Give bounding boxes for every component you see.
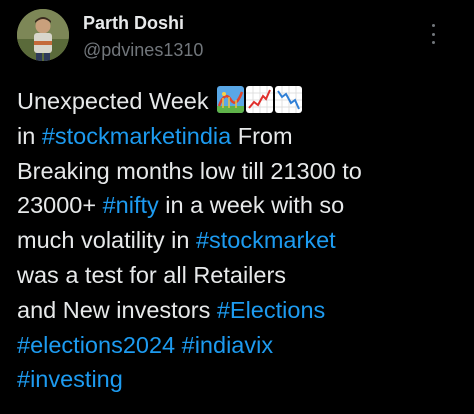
author-name[interactable]: Parth Doshi (83, 12, 184, 34)
tweet-text: Unexpected Week in #stockmarketindia Fro… (17, 84, 467, 397)
chart-decreasing-emoji (275, 86, 303, 113)
tweet-text-segment: in a week with so (158, 192, 345, 219)
tweet-line-4: 23000+ #nifty in a week with so (17, 188, 467, 223)
tweet-text-segment: Unexpected Week (17, 88, 209, 114)
tweet-line-6: was a test for all Retailers (17, 261, 287, 288)
hashtag-stockmarket[interactable]: #stockmarket (196, 227, 336, 253)
tweet-line-7: and New investors #Elections (17, 293, 467, 328)
author-handle[interactable]: @pdvines1310 (83, 39, 203, 61)
tweet-line-5: much volatility in #stockmarket (17, 223, 467, 258)
profile-avatar-image (17, 9, 69, 61)
hashtag-investing[interactable]: #investing (17, 366, 123, 392)
hashtag-indiavix[interactable]: #indiavix (182, 332, 273, 358)
hashtag-elections2024[interactable]: #elections2024 (17, 332, 175, 358)
hashtag-elections[interactable]: #Elections (217, 297, 325, 323)
tweet-header: Parth Doshi @pdvines1310 (0, 0, 474, 72)
tweet-line-9: #investing (17, 362, 467, 397)
tweet-text-segment: much volatility in (17, 227, 196, 254)
chart-increasing-emoji (246, 86, 274, 113)
tweet-line-1: Unexpected Week (17, 84, 467, 119)
tweet-text-segment: 23000+ (17, 192, 103, 219)
tweet-text-segment: From (231, 122, 293, 149)
more-vertical-icon[interactable] (428, 24, 438, 44)
roller-coaster-emoji (217, 86, 245, 113)
hashtag-nifty[interactable]: #nifty (103, 192, 159, 218)
tweet-text-segment: and New investors (17, 296, 217, 323)
tweet-line-8: #elections2024 #indiavix (17, 328, 467, 363)
avatar[interactable] (17, 9, 69, 61)
tweet-line-3: Breaking months low till 21300 to (17, 157, 362, 184)
tweet-line-2: in #stockmarketindia From (17, 122, 293, 149)
hashtag-stockmarketindia[interactable]: #stockmarketindia (42, 123, 231, 149)
